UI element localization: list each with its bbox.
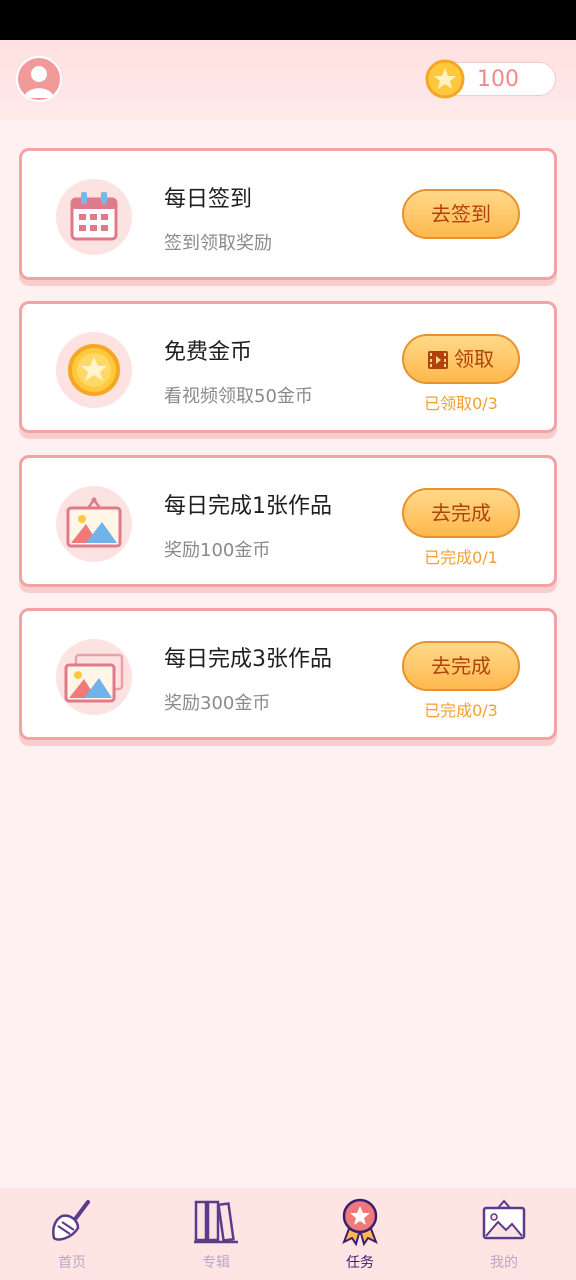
task-title: 免费金币 — [164, 340, 253, 365]
user-avatar-icon — [24, 66, 54, 98]
header: 100 — [0, 40, 576, 120]
tab-label: 任务 — [346, 1255, 374, 1271]
bottom-tab-bar: 首页 专辑 任务 我的 — [0, 1188, 576, 1280]
tab-albums[interactable]: 专辑 — [144, 1188, 288, 1280]
pictures-stack-icon — [64, 653, 124, 703]
calendar-icon — [70, 192, 118, 241]
task-card-complete-1: 每日完成1张作品 奖励100金币 去完成 已完成0/1 — [19, 455, 557, 587]
framed-picture-icon — [482, 1199, 526, 1240]
task-progress: 已完成0/1 — [424, 548, 498, 567]
books-icon — [194, 1200, 238, 1244]
task-title: 每日签到 — [164, 187, 253, 212]
signin-button[interactable]: 去签到 — [402, 189, 520, 239]
task-subtitle: 奖励100金币 — [164, 540, 271, 561]
task-card-free-coins: 免费金币 看视频领取50金币 领取 已领取0/3 — [19, 301, 557, 433]
coin-balance[interactable]: 100 — [425, 59, 556, 99]
star-coin-icon — [425, 59, 465, 99]
task-icon-bg — [56, 486, 132, 562]
medal-icon — [342, 1198, 378, 1246]
tab-tasks[interactable]: 任务 — [288, 1188, 432, 1280]
tab-home[interactable]: 首页 — [0, 1188, 144, 1280]
coin-count: 100 — [477, 67, 519, 92]
task-progress: 已完成0/3 — [424, 701, 498, 720]
tab-label: 我的 — [490, 1255, 518, 1271]
task-icon-bg — [56, 332, 132, 408]
claim-button[interactable]: 领取 — [402, 334, 520, 384]
task-subtitle: 签到领取奖励 — [164, 233, 272, 254]
complete-button[interactable]: 去完成 — [402, 488, 520, 538]
task-title: 每日完成1张作品 — [164, 494, 332, 519]
tab-label: 专辑 — [202, 1255, 230, 1271]
task-card-complete-3: 每日完成3张作品 奖励300金币 去完成 已完成0/3 — [19, 608, 557, 740]
tab-label: 首页 — [58, 1255, 86, 1271]
picture-icon — [66, 497, 122, 548]
paint-brush-icon — [52, 1200, 90, 1241]
task-icon-bg — [56, 179, 132, 255]
task-subtitle: 奖励300金币 — [164, 693, 271, 714]
task-progress: 已领取0/3 — [424, 394, 498, 413]
task-icon-bg — [56, 639, 132, 715]
task-title: 每日完成3张作品 — [164, 647, 332, 672]
video-icon — [428, 351, 448, 369]
tab-mine[interactable]: 我的 — [432, 1188, 576, 1280]
task-subtitle: 看视频领取50金币 — [164, 386, 313, 407]
gold-coin-icon — [68, 344, 120, 396]
claim-button-label: 领取 — [454, 347, 494, 371]
status-bar — [0, 0, 576, 40]
avatar[interactable] — [16, 56, 62, 102]
complete-button[interactable]: 去完成 — [402, 641, 520, 691]
task-card-daily-signin: 每日签到 签到领取奖励 去签到 — [19, 148, 557, 280]
